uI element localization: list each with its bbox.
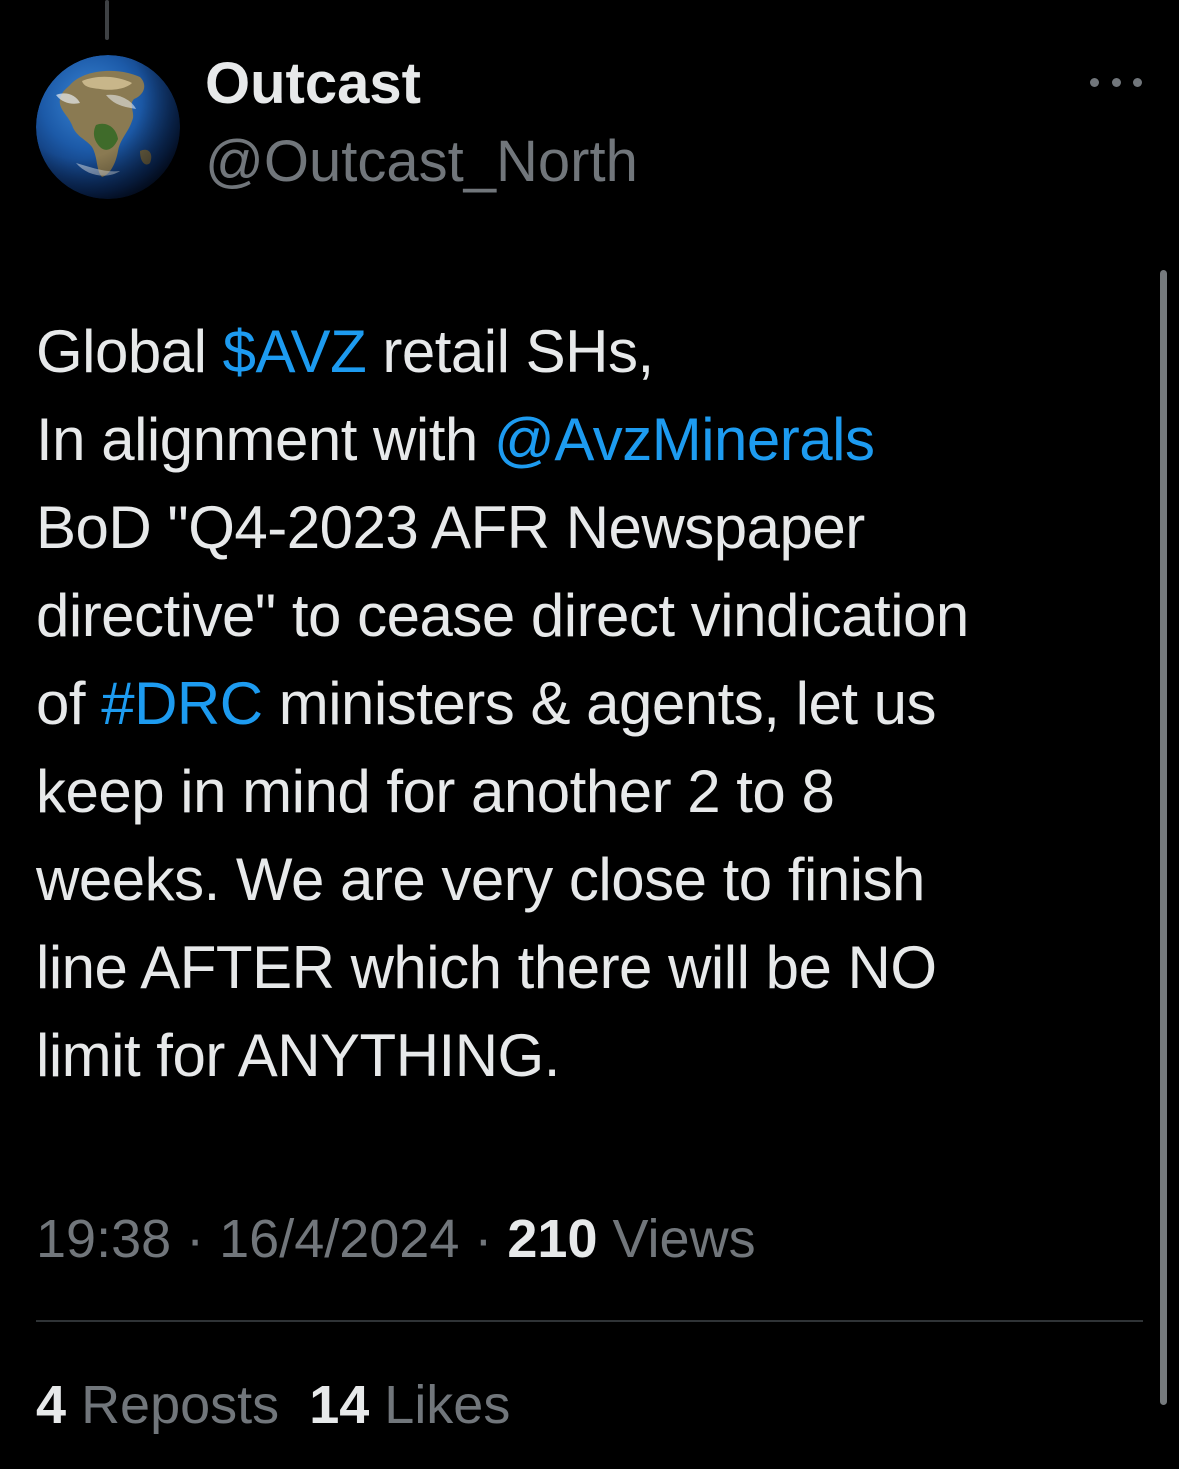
tweet-text-segment: weeks. We are very close to finish (36, 846, 925, 913)
tweet-text-segment: Global (36, 318, 223, 385)
views-count: 210 (507, 1209, 598, 1269)
tweet-text-line: BoD "Q4-2023 AFR Newspaper (36, 484, 1146, 572)
tweet-text-line: weeks. We are very close to finish (36, 836, 1146, 924)
scrollbar[interactable] (1160, 270, 1167, 1405)
tweet-text-line: of #DRC ministers & agents, let us (36, 660, 1146, 748)
more-dot-icon (1111, 77, 1121, 87)
tweet-date[interactable]: 16/4/2024 (219, 1209, 459, 1269)
more-options-button[interactable] (1090, 68, 1142, 96)
reposts-label: Reposts (81, 1375, 280, 1435)
thread-connector-line (105, 0, 109, 40)
engagement-stats: 4 Reposts 14 Likes (36, 1373, 510, 1437)
tweet-text-line: Global $AVZ retail SHs, (36, 308, 1146, 396)
tweet-text-segment: ministers & agents, let us (262, 670, 937, 737)
tweet-text-line: In alignment with @AvzMinerals (36, 396, 1146, 484)
meta-separator: · (459, 1209, 508, 1269)
reposts-link[interactable]: 4 Reposts (36, 1375, 279, 1435)
tweet-text-segment: keep in mind for another 2 to 8 (36, 758, 835, 825)
more-dot-icon (1090, 77, 1099, 87)
tweet-text-line: keep in mind for another 2 to 8 (36, 748, 1146, 836)
avatar[interactable] (36, 55, 180, 199)
tweet-text-segment: limit for ANYTHING. (36, 1022, 560, 1089)
tweet-text-segment: In alignment with (36, 406, 494, 473)
mention-link[interactable]: @AvzMinerals (494, 406, 875, 473)
hashtag-link[interactable]: #DRC (101, 670, 263, 737)
more-dot-icon (1133, 77, 1142, 87)
author-display-name[interactable]: Outcast (205, 50, 421, 118)
tweet-time[interactable]: 19:38 (36, 1209, 171, 1269)
tweet-text-segment: BoD "Q4-2023 AFR Newspaper (36, 494, 865, 561)
likes-label: Likes (384, 1375, 511, 1435)
earth-globe-icon (36, 55, 180, 199)
meta-separator: · (171, 1209, 220, 1269)
tweet-meta: 19:38 · 16/4/2024 · 210 Views (36, 1207, 756, 1271)
tweet-text-line: directive" to cease direct vindication (36, 572, 1146, 660)
tweet-text-line: line AFTER which there will be NO (36, 924, 1146, 1012)
views-label: Views (612, 1209, 756, 1269)
author-handle[interactable]: @Outcast_North (205, 128, 638, 196)
cashtag-link[interactable]: $AVZ (223, 318, 367, 385)
tweet-text-segment: line AFTER which there will be NO (36, 934, 937, 1001)
tweet-text-segment: directive" to cease direct vindication (36, 582, 969, 649)
divider (36, 1320, 1143, 1322)
reposts-count: 4 (36, 1375, 67, 1435)
tweet-text-line: limit for ANYTHING. (36, 1012, 1146, 1100)
likes-link[interactable]: 14 Likes (309, 1375, 510, 1435)
likes-count: 14 (309, 1375, 370, 1435)
tweet-text-segment: of (36, 670, 102, 737)
tweet-text-segment: retail SHs, (366, 318, 654, 385)
tweet-text: Global $AVZ retail SHs, In alignment with… (36, 308, 1146, 1100)
